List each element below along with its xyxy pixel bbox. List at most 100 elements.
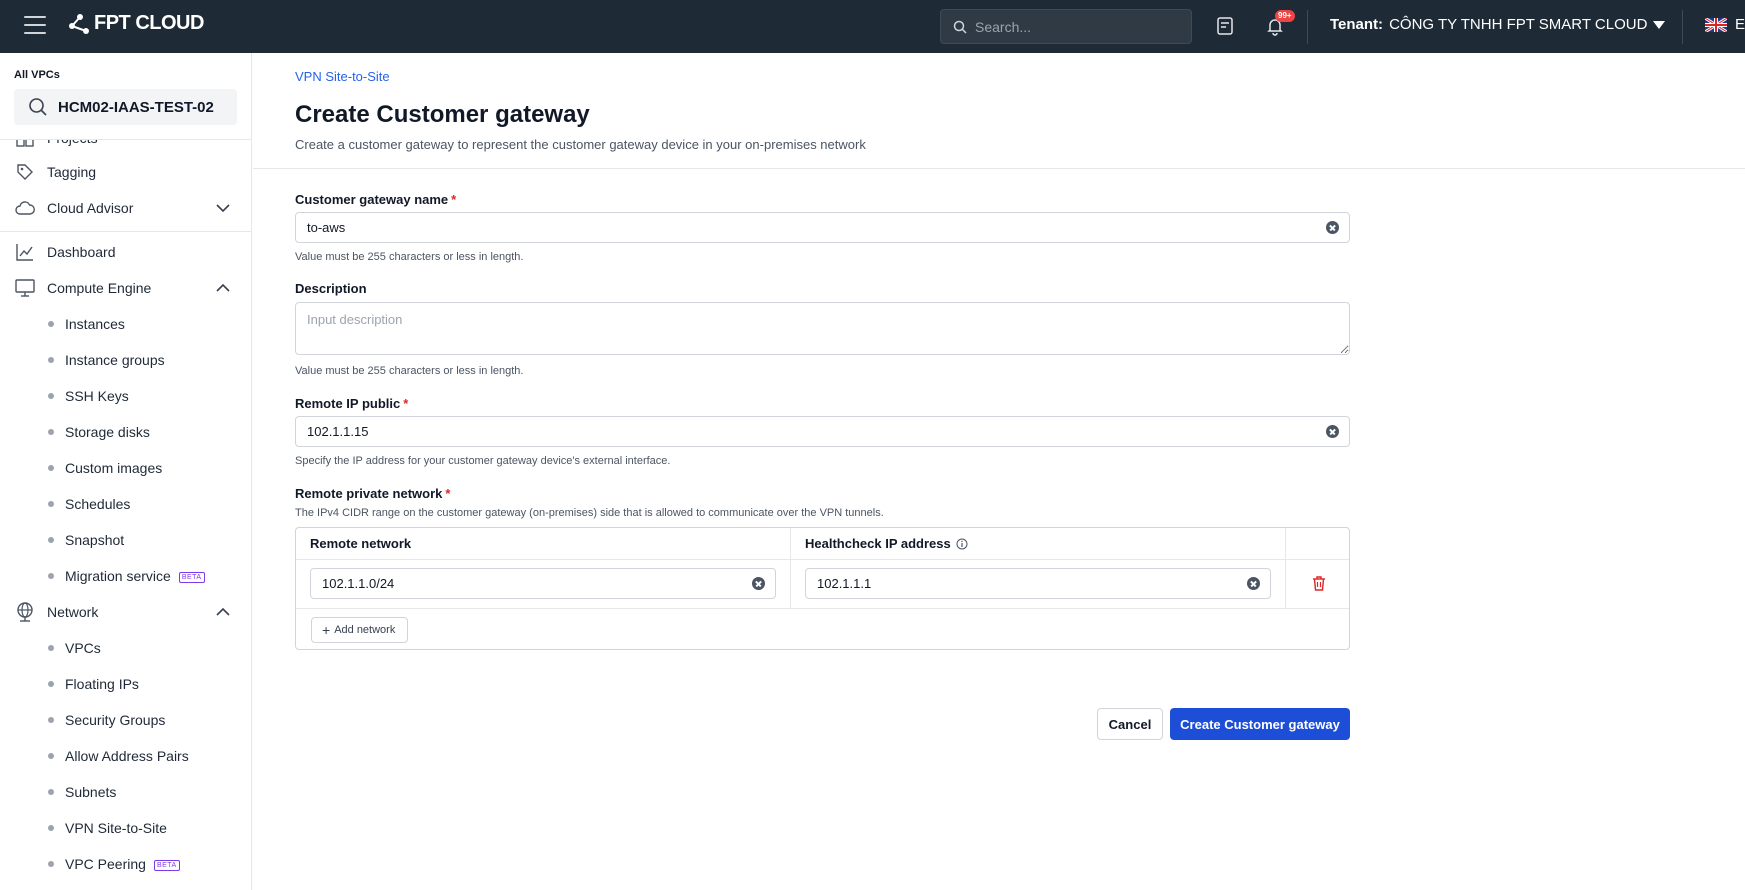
clear-icon[interactable] xyxy=(1326,221,1339,234)
gateway-name-label: Customer gateway name * xyxy=(295,192,456,207)
info-icon[interactable] xyxy=(956,538,968,550)
task-list-icon[interactable] xyxy=(1213,14,1237,38)
remote-network-input[interactable] xyxy=(322,576,708,591)
search-icon xyxy=(953,20,967,34)
caret-down-icon xyxy=(1653,20,1666,29)
sidebar-subitem-vpn-site-to-site[interactable]: VPN Site-to-Site xyxy=(0,813,251,843)
bullet xyxy=(48,537,54,543)
globe-network-icon xyxy=(14,601,36,623)
sidebar-subitem-label: Migration service xyxy=(65,568,171,584)
header-divider xyxy=(253,168,1745,169)
global-search[interactable] xyxy=(940,9,1192,44)
cancel-button[interactable]: Cancel xyxy=(1097,708,1163,740)
sidebar-subitem-label: Instances xyxy=(65,316,125,332)
sidebar-item-projects[interactable]: Projects xyxy=(0,140,251,153)
notification-bell-icon[interactable]: 99+ xyxy=(1263,10,1295,38)
remote-ip-label: Remote IP public * xyxy=(295,396,408,411)
brand-logo[interactable]: FPT CLOUD xyxy=(66,12,204,35)
language-selector[interactable]: En xyxy=(1705,16,1745,33)
gateway-name-label-text: Customer gateway name xyxy=(295,192,449,207)
description-textarea[interactable] xyxy=(295,302,1350,355)
sidebar-subitem-vpc-peering[interactable]: VPC Peering BETA xyxy=(0,849,251,879)
add-network-button[interactable]: + Add network xyxy=(311,617,409,643)
top-bar: FPT CLOUD 99+ Tenant: CÔNG TY TNHH FPT S… xyxy=(0,0,1745,53)
table-header: Remote network Healthcheck IP address xyxy=(296,528,1349,560)
beta-badge: BETA xyxy=(178,571,205,583)
sidebar-item-network[interactable]: Network xyxy=(0,597,251,627)
chevron-down-icon xyxy=(216,204,230,213)
menu-icon[interactable] xyxy=(24,16,46,36)
bullet xyxy=(48,645,54,651)
sidebar-subitem-label: Storage disks xyxy=(65,424,150,440)
sidebar-subitem-allow-address-pairs[interactable]: Allow Address Pairs xyxy=(0,741,251,771)
sidebar-subitem-migration-service[interactable]: Migration service BETA xyxy=(0,561,251,591)
remote-ip-field[interactable] xyxy=(295,416,1350,447)
tag-icon xyxy=(14,161,36,183)
gateway-name-input[interactable] xyxy=(307,220,1297,235)
plus-icon: + xyxy=(322,622,331,638)
trash-icon[interactable] xyxy=(1311,575,1327,591)
bullet xyxy=(48,573,54,579)
sidebar-item-cloud-advisor[interactable]: Cloud Advisor xyxy=(0,193,251,223)
remote-network-field[interactable] xyxy=(310,568,776,599)
cloud-icon xyxy=(14,197,36,219)
sidebar-item-tagging[interactable]: Tagging xyxy=(0,157,251,187)
sidebar-subitem-snapshot[interactable]: Snapshot xyxy=(0,525,251,555)
sidebar-item-compute-engine[interactable]: Compute Engine xyxy=(0,273,251,303)
sidebar-subitem-label: Security Groups xyxy=(65,712,166,728)
vpc-selected-name: HCM02-IAAS-TEST-02 xyxy=(58,98,214,116)
sidebar-subitem-label: Subnets xyxy=(65,784,117,800)
search-input[interactable] xyxy=(975,18,1175,35)
sidebar-subitem-instance-groups[interactable]: Instance groups xyxy=(0,345,251,375)
grid-icon xyxy=(14,140,36,149)
sidebar-subitem-storage-disks[interactable]: Storage disks xyxy=(0,417,251,447)
gateway-name-field[interactable] xyxy=(295,212,1350,243)
clear-icon[interactable] xyxy=(1247,577,1260,590)
sidebar-subitem-custom-images[interactable]: Custom images xyxy=(0,453,251,483)
remote-network-table: Remote network Healthcheck IP address 10… xyxy=(295,527,1350,650)
sidebar-subitem-ssh-keys[interactable]: SSH Keys xyxy=(0,381,251,411)
sidebar-subitem-vpcs[interactable]: VPCs xyxy=(0,633,251,663)
bullet xyxy=(48,681,54,687)
sidebar-subitem-label: Floating IPs xyxy=(65,676,139,692)
sidebar-item-label: Dashboard xyxy=(47,244,116,260)
column-header-remote-network: Remote network xyxy=(310,536,412,551)
sidebar-item-label: Network xyxy=(47,604,99,620)
healthcheck-ip-input[interactable] xyxy=(817,576,1203,591)
sidebar-subitem-label: Custom images xyxy=(65,460,163,476)
clear-icon[interactable] xyxy=(1326,425,1339,438)
chevron-up-icon xyxy=(216,607,230,616)
brand-name: FPT CLOUD xyxy=(94,12,204,34)
clear-icon[interactable] xyxy=(752,577,765,590)
sidebar-subitem-label: VPN Site-to-Site xyxy=(65,820,167,836)
sidebar-divider xyxy=(0,139,251,140)
remote-network-label: Remote private network * xyxy=(295,486,450,501)
healthcheck-ip-field[interactable] xyxy=(805,568,1271,599)
bullet xyxy=(48,429,54,435)
vpc-selector[interactable]: HCM02-IAAS-TEST-02 xyxy=(14,89,237,125)
sidebar-subitem-schedules[interactable]: Schedules xyxy=(0,489,251,519)
bullet xyxy=(48,357,54,363)
sidebar-subitem-label: Schedules xyxy=(65,496,131,512)
breadcrumb-link[interactable]: VPN Site-to-Site xyxy=(295,69,390,84)
beta-badge: BETA xyxy=(153,859,180,871)
sidebar-item-dashboard[interactable]: Dashboard xyxy=(0,237,251,267)
required-asterisk: * xyxy=(445,486,451,501)
add-network-label: Add network xyxy=(334,624,396,636)
sidebar-subitem-label-wrap: VPC Peering BETA xyxy=(65,856,180,872)
tenant-selector[interactable]: Tenant: CÔNG TY TNHH FPT SMART CLOUD xyxy=(1330,16,1666,33)
sidebar-subitem-floating-ips[interactable]: Floating IPs xyxy=(0,669,251,699)
sidebar-subitem-instances[interactable]: Instances xyxy=(0,309,251,339)
monitor-icon xyxy=(14,277,36,299)
topbar-divider-2 xyxy=(1682,10,1683,44)
sidebar-subitem-label: Allow Address Pairs xyxy=(65,748,189,764)
remote-network-label-text: Remote private network xyxy=(295,486,443,501)
sidebar-subitem-security-groups[interactable]: Security Groups xyxy=(0,705,251,735)
bullet xyxy=(48,717,54,723)
create-customer-gateway-button[interactable]: Create Customer gateway xyxy=(1170,708,1350,740)
sidebar-item-label: Cloud Advisor xyxy=(47,200,134,216)
remote-ip-input[interactable] xyxy=(307,424,1297,439)
bullet xyxy=(48,501,54,507)
sidebar-subitem-subnets[interactable]: Subnets xyxy=(0,777,251,807)
tenant-name: CÔNG TY TNHH FPT SMART CLOUD xyxy=(1389,16,1648,33)
